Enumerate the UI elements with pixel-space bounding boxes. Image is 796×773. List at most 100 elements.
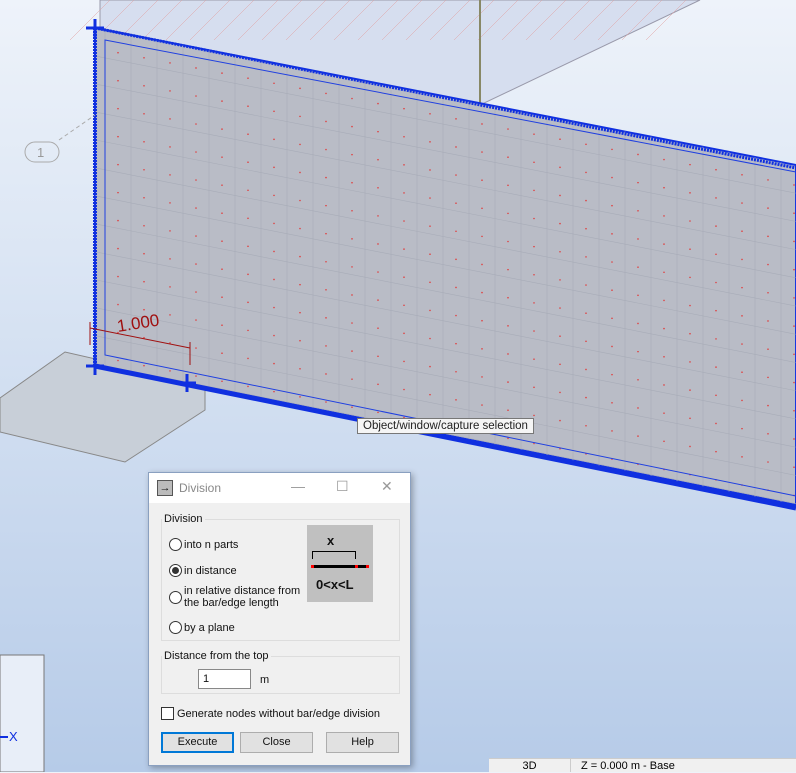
mesh-node <box>325 288 327 291</box>
maximize-icon[interactable]: ☐ <box>336 478 349 495</box>
mesh-node <box>143 84 145 87</box>
distance-input[interactable]: 1 <box>198 669 251 689</box>
mesh-node <box>247 385 249 388</box>
mesh-node <box>559 222 561 225</box>
radio-by-a-plane[interactable]: by a plane <box>169 621 235 634</box>
mesh-node <box>299 115 301 118</box>
mesh-node <box>715 253 717 256</box>
execute-button[interactable]: Execute <box>161 732 234 753</box>
mesh-node <box>663 440 665 443</box>
radio-in-distance[interactable]: in distance <box>169 564 237 577</box>
mesh-node <box>351 125 353 128</box>
mesh-node <box>533 358 535 360</box>
radio-into-n-parts[interactable]: into n parts <box>169 538 238 551</box>
mesh-node <box>377 383 379 386</box>
mesh-node <box>455 370 457 373</box>
mesh-node <box>793 409 795 412</box>
mesh-node <box>793 466 795 468</box>
mesh-node <box>247 329 249 332</box>
mesh-node <box>507 409 509 412</box>
mesh-node <box>455 342 457 345</box>
mesh-node <box>533 330 535 332</box>
status-view[interactable]: 3D <box>489 759 571 772</box>
mesh-node <box>273 306 275 309</box>
axis-label: 1 <box>37 145 44 160</box>
dialog-title-bar[interactable]: → Division — ☐ ✕ <box>149 473 410 503</box>
mesh-node <box>689 332 691 335</box>
mesh-node <box>403 360 405 363</box>
mesh-node <box>351 406 353 408</box>
mesh-node <box>715 394 717 397</box>
mesh-node <box>325 176 327 179</box>
mesh-node <box>117 107 119 110</box>
mesh-node <box>299 396 301 398</box>
mesh-node <box>429 309 431 312</box>
mesh-node <box>611 233 613 235</box>
mesh-node <box>169 62 171 64</box>
mesh-node <box>221 296 223 298</box>
mesh-node <box>351 238 353 240</box>
generate-nodes-checkbox[interactable]: Generate nodes without bar/edge division <box>161 707 380 720</box>
mesh-node <box>169 286 171 288</box>
mesh-node <box>533 273 535 276</box>
help-button[interactable]: Help <box>326 732 399 753</box>
mesh-node <box>507 381 509 383</box>
close-button[interactable]: Close <box>240 732 313 753</box>
mesh-node <box>611 401 613 404</box>
mesh-node <box>325 317 327 319</box>
mesh-node <box>481 319 483 322</box>
mesh-node <box>663 299 665 302</box>
mesh-node <box>169 314 171 316</box>
mesh-node <box>143 112 145 115</box>
mesh-node <box>793 212 795 215</box>
mesh-node <box>611 430 613 432</box>
minimize-icon[interactable]: — <box>291 478 305 494</box>
mesh-node <box>585 396 587 399</box>
mesh-node <box>169 146 171 148</box>
mesh-node <box>247 161 249 164</box>
division-dialog: → Division — ☐ ✕ Division into n parts i… <box>148 472 411 766</box>
mesh-node <box>195 291 197 293</box>
mesh-node <box>637 266 639 268</box>
mesh-node <box>247 357 249 360</box>
mesh-node <box>273 166 275 169</box>
status-level[interactable]: Z = 0.000 m - Base <box>571 759 675 772</box>
mesh-node <box>689 389 691 391</box>
radio-relative-distance[interactable]: in relative distance from the bar/edge l… <box>169 585 309 609</box>
mesh-node <box>663 355 665 358</box>
mesh-node <box>689 304 691 307</box>
mesh-node <box>195 207 197 209</box>
mesh-node <box>559 250 561 253</box>
mesh-node <box>429 253 431 256</box>
mesh-node <box>403 304 405 307</box>
mesh-node <box>143 224 145 227</box>
mesh-node <box>247 105 249 107</box>
radio-label: in relative distance from the bar/edge l… <box>184 585 301 609</box>
mesh-node <box>741 174 743 176</box>
mesh-node <box>585 340 587 343</box>
mesh-node <box>351 350 353 352</box>
mesh-node <box>767 461 769 463</box>
close-icon[interactable]: ✕ <box>381 478 393 495</box>
mesh-node <box>767 207 769 209</box>
mesh-node <box>195 375 197 377</box>
mesh-node <box>299 367 301 370</box>
mesh-node <box>351 153 353 156</box>
mesh-node <box>715 168 717 171</box>
mesh-node <box>299 255 301 258</box>
mesh-node <box>611 148 613 151</box>
mesh-node <box>715 450 717 453</box>
mesh-node <box>273 250 275 253</box>
mesh-node <box>793 325 795 327</box>
mesh-node <box>767 404 769 407</box>
mesh-node <box>559 138 561 141</box>
mesh-node <box>403 248 405 250</box>
mesh-node <box>507 353 509 355</box>
mesh-node <box>299 283 301 286</box>
mesh-node <box>481 404 483 406</box>
mesh-node <box>325 401 327 403</box>
mesh-node <box>325 373 327 375</box>
mesh-node <box>247 77 249 79</box>
mesh-node <box>273 138 275 141</box>
mesh-node <box>793 353 795 356</box>
